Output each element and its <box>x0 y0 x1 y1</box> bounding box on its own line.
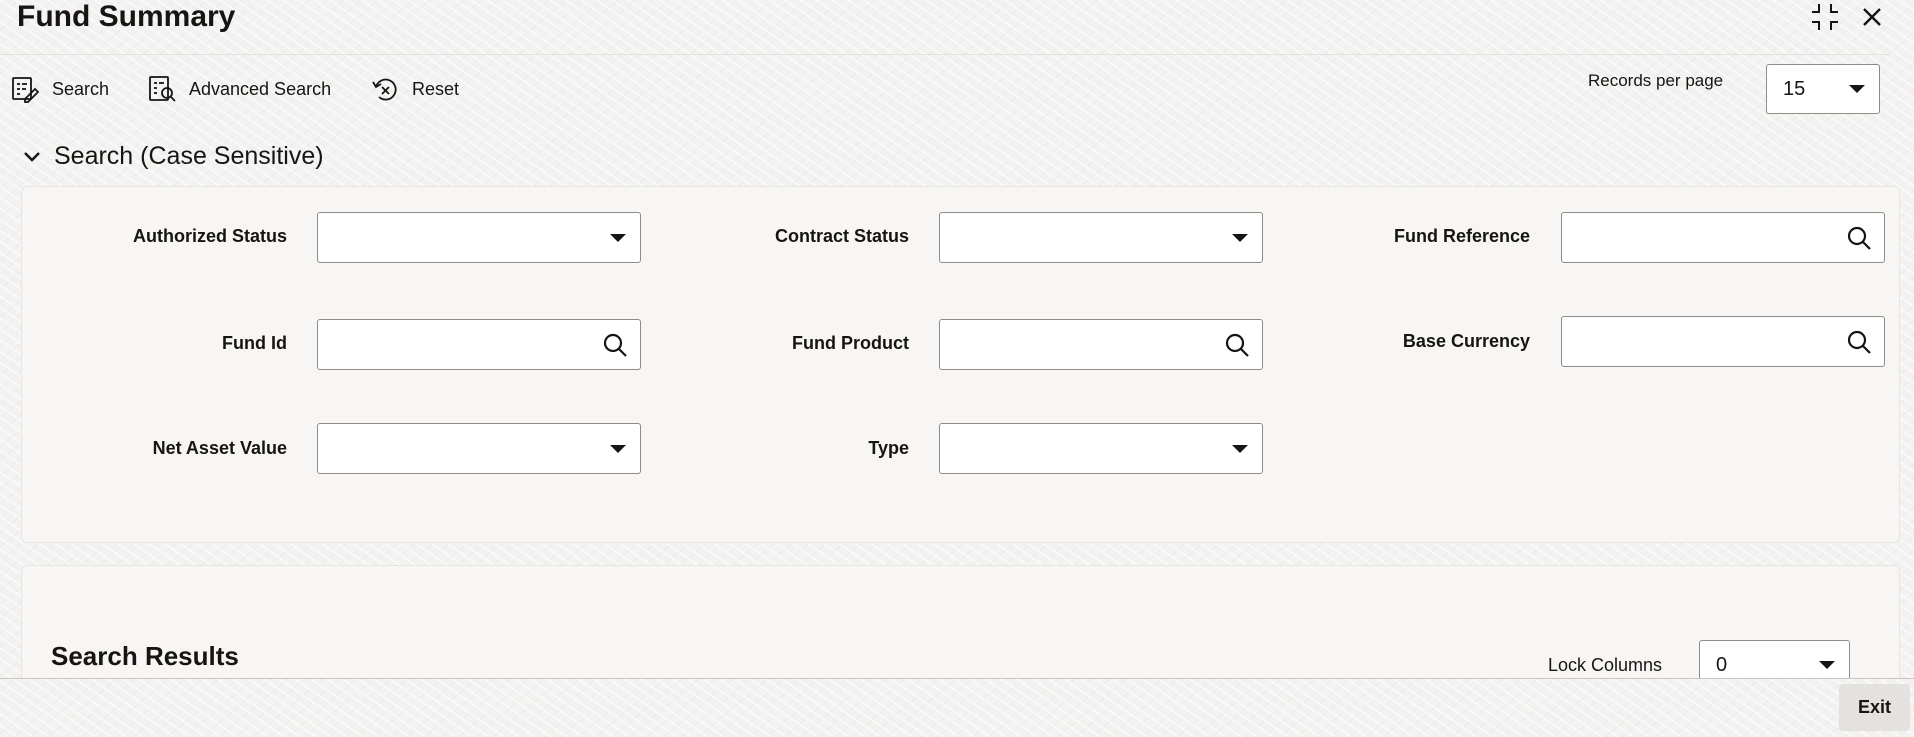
fund-reference-label: Fund Reference <box>1393 226 1530 246</box>
records-per-page-value: 15 <box>1783 77 1806 100</box>
fund-id-label: Fund Id <box>222 333 287 353</box>
chevron-down-icon <box>610 233 626 242</box>
chevron-down-icon <box>24 151 40 162</box>
search-results-title: Search Results <box>51 641 239 671</box>
footer-bar <box>0 678 1914 737</box>
search-section-title: Search (Case Sensitive) <box>54 142 324 170</box>
exit-button[interactable]: Exit <box>1839 684 1910 731</box>
chevron-down-icon <box>610 444 626 453</box>
reset-button[interactable]: Reset <box>370 74 459 104</box>
type-label: Type <box>868 438 909 458</box>
search-button-label: Search <box>52 78 110 99</box>
chevron-down-icon <box>1232 233 1248 242</box>
fund-id-input[interactable] <box>317 319 641 370</box>
maximize-icon[interactable] <box>1810 2 1840 32</box>
reset-icon <box>372 78 397 101</box>
lock-columns-value: 0 <box>1716 653 1728 676</box>
chevron-down-icon <box>1819 661 1835 669</box>
advanced-search-icon <box>149 76 176 102</box>
search-icon[interactable] <box>1224 332 1250 363</box>
authorized-status-select[interactable] <box>317 212 641 263</box>
search-button[interactable]: Search <box>10 74 109 104</box>
net-asset-value-select[interactable] <box>317 423 641 474</box>
search-section-toggle[interactable]: Search (Case Sensitive) <box>22 142 324 171</box>
records-per-page-label: Records per page <box>1588 71 1724 90</box>
contract-status-label: Contract Status <box>774 226 909 246</box>
chevron-down-icon <box>1849 85 1865 93</box>
advanced-search-button-label: Advanced Search <box>189 78 332 99</box>
chevron-down-icon <box>1232 444 1248 453</box>
search-form-icon <box>12 77 40 103</box>
reset-button-label: Reset <box>412 78 460 99</box>
search-icon[interactable] <box>602 332 628 363</box>
authorized-status-label: Authorized Status <box>132 226 287 246</box>
fund-product-label: Fund Product <box>792 333 909 353</box>
base-currency-input[interactable] <box>1561 316 1885 367</box>
page-title: Fund Summary <box>17 0 236 33</box>
search-icon[interactable] <box>1846 225 1872 256</box>
close-icon[interactable] <box>1857 2 1887 32</box>
contract-status-select[interactable] <box>939 212 1263 263</box>
search-icon[interactable] <box>1846 329 1872 360</box>
header-divider <box>0 54 1890 55</box>
type-select[interactable] <box>939 423 1263 474</box>
fund-product-input[interactable] <box>939 319 1263 370</box>
lock-columns-label: Lock Columns <box>1548 655 1663 675</box>
fund-reference-input[interactable] <box>1561 212 1885 263</box>
advanced-search-button[interactable]: Advanced Search <box>147 74 331 104</box>
base-currency-label: Base Currency <box>1402 331 1530 351</box>
net-asset-value-label: Net Asset Value <box>152 438 287 458</box>
records-per-page-select[interactable]: 15 <box>1766 64 1880 114</box>
